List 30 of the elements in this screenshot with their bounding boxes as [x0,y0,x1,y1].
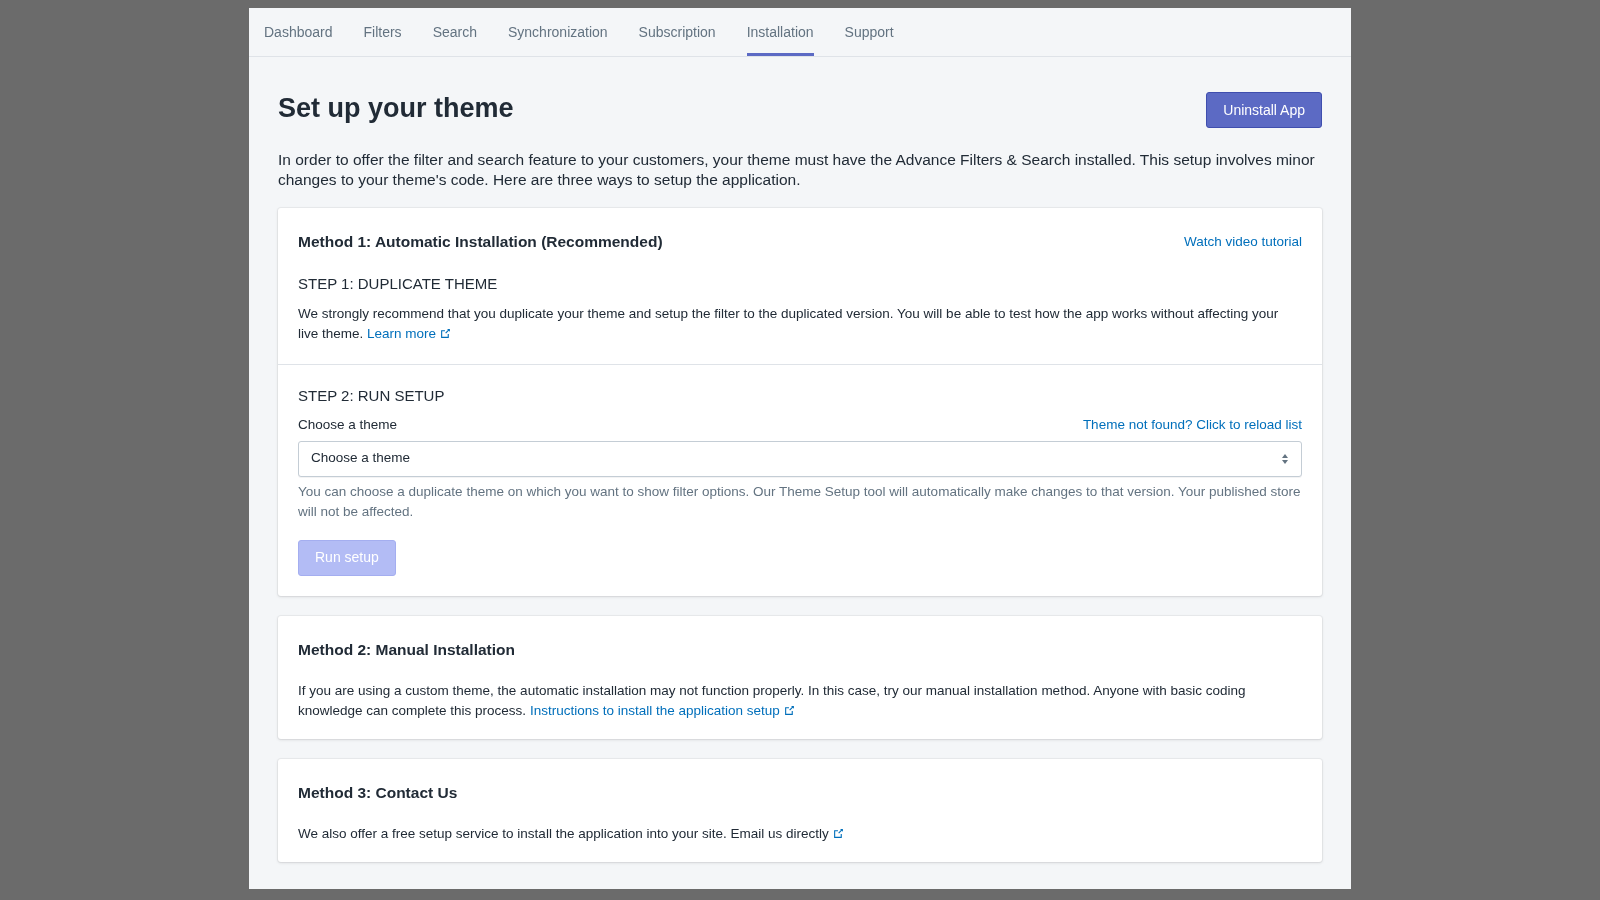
tab[interactable]: Filters [363,8,402,56]
field-label: Choose a theme [298,416,398,435]
card-title: Method 3: Contact Us [298,782,459,803]
tab[interactable]: Installation [746,8,814,56]
intro-text: In order to offer the filter and search feature to your customers, your theme must have the Advance Filters & Search installed. This setup involves minor changes to your theme's code. Here are three ways to setup the application. [278,150,1316,190]
paragraph: We strongly recommend that you duplicate your theme and setup the filter to the duplicated version. You will be able to test how the app works without affecting your live theme. Learn more [298,304,1280,343]
tab[interactable]: Synchronization [508,8,608,56]
external-link[interactable]: Email us directly [730,826,844,841]
tab[interactable]: Support [844,8,894,56]
step-heading: STEP 1: DUPLICATE THEME [298,274,499,295]
tab[interactable]: Subscription [638,8,716,56]
select-arrows-icon [1281,452,1289,465]
uninstall-button[interactable]: Uninstall App [1206,92,1322,128]
reload-list-link[interactable]: Theme not found? Click to reload list [1082,415,1302,436]
theme-select[interactable]: Choose a theme [298,440,1302,477]
tab[interactable]: Search [432,8,477,56]
card-title: Method 1: Automatic Installation (Recommended) [298,232,663,252]
external-link-icon [783,704,795,716]
paragraph: If you are using a custom theme, the automatic installation may not function properly. In this case, try our manual installation method. Anyone with basic coding knowledge can complete this process. Instructions to install the application setup [298,681,1247,720]
tab[interactable]: Dashboard [264,8,333,56]
external-link[interactable]: Learn more [367,325,452,341]
video-tutorial-link[interactable]: Watch video tutorial [1183,231,1302,252]
page-title: Set up your theme [278,92,514,125]
help-text: You can choose a duplicate theme on which you want to show filter options. Our Theme Setup tool will automatically make changes to that version. Your published store will not be affected. [298,482,1302,521]
external-link[interactable]: Instructions to install the application setup [529,702,795,718]
external-link-icon [832,828,844,839]
external-link-icon [440,327,452,339]
card-title: Method 2: Manual Installation [298,639,516,660]
paragraph: We also offer a free setup service to install the application into your site. Email us directly [298,824,1302,844]
step-heading: STEP 2: RUN SETUP [298,385,446,406]
